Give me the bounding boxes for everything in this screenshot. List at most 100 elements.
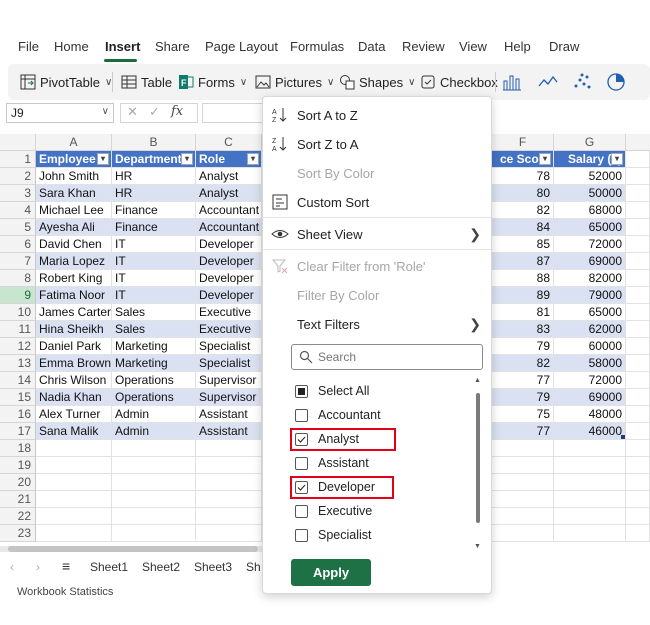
menu-formulas[interactable]: Formulas (290, 39, 344, 54)
grid-cell[interactable]: 82000 (554, 270, 626, 287)
grid-cell[interactable]: Developer (196, 287, 262, 304)
filter-dropdown-icon[interactable]: ▾ (97, 153, 109, 165)
grid-cell[interactable] (554, 457, 626, 474)
grid-cell[interactable]: Analyst (196, 168, 262, 185)
grid-cell[interactable]: 72000 (554, 372, 626, 389)
checkbox-button[interactable]: Checkbox (420, 72, 498, 92)
grid-cell[interactable] (196, 474, 262, 491)
column-header-a[interactable]: A (36, 134, 112, 151)
grid-cell[interactable] (626, 372, 650, 389)
grid-cell[interactable]: 75 (492, 406, 554, 423)
row-header[interactable]: 18 (0, 440, 36, 457)
grid-cell[interactable]: 72000 (554, 236, 626, 253)
grid-cell[interactable]: 82 (492, 202, 554, 219)
grid-cell[interactable] (112, 457, 196, 474)
menu-file[interactable]: File (18, 39, 39, 54)
pictures-button[interactable]: Pictures ∨ (255, 72, 334, 92)
grid-cell[interactable] (626, 406, 650, 423)
grid-cell[interactable] (554, 474, 626, 491)
grid-cell[interactable] (626, 151, 650, 168)
grid-cell[interactable] (626, 440, 650, 457)
row-header[interactable]: 3 (0, 185, 36, 202)
custom-sort-item[interactable]: Custom Sort (263, 189, 491, 215)
row-header[interactable]: 15 (0, 389, 36, 406)
grid-cell[interactable]: 58000 (554, 355, 626, 372)
grid-cell[interactable]: Finance (112, 202, 196, 219)
grid-cell[interactable]: Daniel Park (36, 338, 112, 355)
row-header[interactable]: 4 (0, 202, 36, 219)
select-all-corner[interactable] (0, 134, 36, 151)
grid-cell[interactable] (196, 491, 262, 508)
cancel-icon[interactable]: ✕ (127, 104, 138, 120)
column-header-h[interactable] (626, 134, 650, 151)
grid-cell[interactable] (112, 508, 196, 525)
menu-share[interactable]: Share (155, 39, 190, 54)
grid-cell[interactable] (626, 474, 650, 491)
checkbox-empty-icon[interactable] (295, 408, 308, 422)
column-chart-button[interactable] (502, 72, 522, 92)
column-header-f[interactable]: F (492, 134, 554, 151)
scroll-up-icon[interactable]: ▲ (474, 377, 481, 384)
grid-cell[interactable]: Michael Lee (36, 202, 112, 219)
grid-cell[interactable]: 69000 (554, 389, 626, 406)
status-bar-text[interactable]: Workbook Statistics (17, 586, 113, 598)
grid-cell[interactable] (626, 287, 650, 304)
grid-cell[interactable]: Emma Brown (36, 355, 112, 372)
row-header[interactable]: 8 (0, 270, 36, 287)
grid-cell[interactable] (112, 491, 196, 508)
sheet-view-item[interactable]: Sheet View ❯ (263, 221, 491, 247)
sheet-tab-4[interactable]: Sh (246, 560, 261, 574)
grid-cell[interactable] (36, 508, 112, 525)
grid-cell[interactable] (626, 253, 650, 270)
row-header[interactable]: 11 (0, 321, 36, 338)
grid-cell[interactable]: 83 (492, 321, 554, 338)
grid-cell[interactable]: 89 (492, 287, 554, 304)
table-resize-handle[interactable] (621, 435, 625, 439)
grid-cell[interactable]: 62000 (554, 321, 626, 338)
grid-cell[interactable] (492, 474, 554, 491)
grid-cell[interactable] (626, 389, 650, 406)
column-header-g[interactable]: G (554, 134, 626, 151)
grid-cell[interactable]: Sara Khan (36, 185, 112, 202)
row-header[interactable]: 21 (0, 491, 36, 508)
enter-icon[interactable]: ✓ (149, 104, 160, 120)
grid-cell[interactable] (36, 457, 112, 474)
grid-cell[interactable]: IT (112, 236, 196, 253)
grid-cell[interactable] (112, 440, 196, 457)
table-button[interactable]: Table (121, 72, 172, 92)
shapes-button[interactable]: Shapes ∨ (339, 72, 415, 92)
grid-cell[interactable]: Marketing (112, 338, 196, 355)
pie-chart-button[interactable] (606, 72, 626, 92)
grid-cell[interactable] (36, 440, 112, 457)
apply-button[interactable]: Apply (291, 559, 371, 586)
grid-cell[interactable]: Supervisor (196, 372, 262, 389)
grid-cell[interactable]: 88 (492, 270, 554, 287)
grid-cell[interactable] (626, 525, 650, 542)
grid-cell[interactable]: Supervisor (196, 389, 262, 406)
grid-cell[interactable]: Ayesha Ali (36, 219, 112, 236)
grid-cell[interactable] (626, 168, 650, 185)
table-header-cell[interactable]: Employee ▾ (36, 151, 112, 168)
filter-dropdown-icon[interactable]: ▾ (181, 153, 193, 165)
filter-dropdown-icon[interactable]: ▾ (611, 153, 623, 165)
scroll-tabs-right-icon[interactable]: › (36, 560, 40, 574)
grid-cell[interactable]: Alex Turner (36, 406, 112, 423)
grid-cell[interactable]: Fatima Noor (36, 287, 112, 304)
grid-cell[interactable]: Operations (112, 372, 196, 389)
filter-search-input[interactable]: Search (291, 344, 483, 370)
grid-cell[interactable]: Specialist (196, 355, 262, 372)
grid-cell[interactable]: 68000 (554, 202, 626, 219)
grid-cell[interactable] (554, 508, 626, 525)
grid-cell[interactable]: 87 (492, 253, 554, 270)
menu-home[interactable]: Home (54, 39, 89, 54)
grid-cell[interactable]: Assistant (196, 406, 262, 423)
grid-cell[interactable] (112, 525, 196, 542)
grid-cell[interactable] (492, 440, 554, 457)
table-header-cell[interactable]: ce Score ▾ (492, 151, 554, 168)
grid-cell[interactable]: Developer (196, 236, 262, 253)
grid-cell[interactable]: 80 (492, 185, 554, 202)
grid-cell[interactable]: Hina Sheikh (36, 321, 112, 338)
row-header[interactable]: 1 (0, 151, 36, 168)
line-chart-button[interactable] (538, 72, 558, 92)
grid-cell[interactable] (626, 355, 650, 372)
